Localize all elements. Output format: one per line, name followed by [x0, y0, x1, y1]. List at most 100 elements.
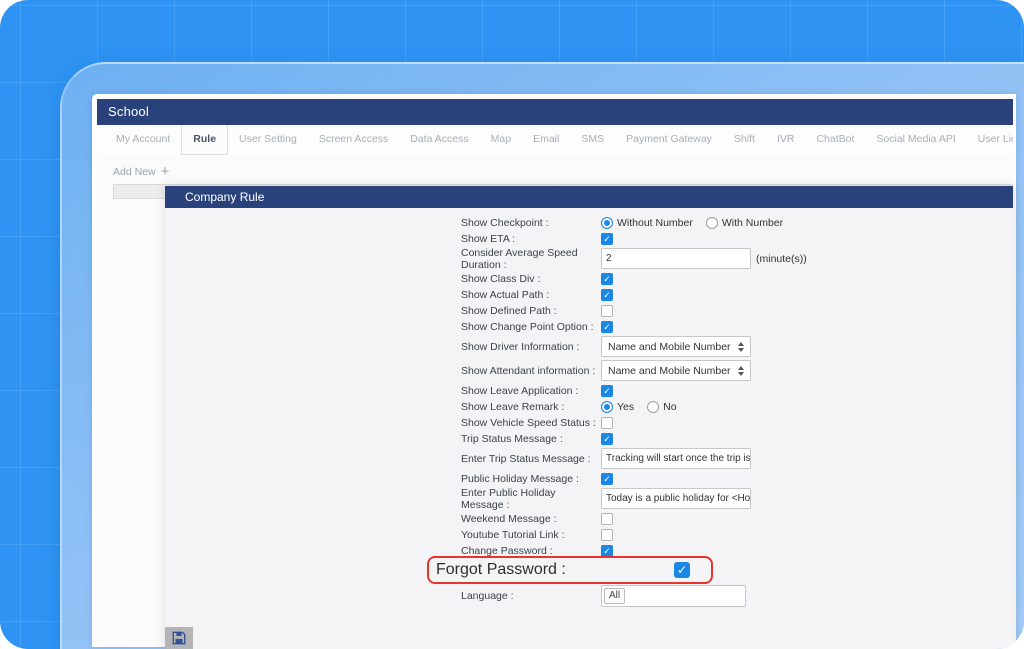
company-rule-modal: Company Rule Show Checkpoint : Without N… — [165, 186, 1013, 649]
tab[interactable]: IVR — [766, 125, 806, 155]
tab[interactable]: Social Media API — [865, 125, 966, 155]
form-row: Show Change Point Option : ✓ — [461, 320, 1013, 333]
tab[interactable]: Shift — [723, 125, 766, 155]
select-value: Name and Mobile Number — [608, 340, 731, 353]
radio-option: Without Number — [601, 216, 693, 229]
text-input[interactable]: Tracking will start once the trip is sta — [601, 448, 751, 469]
select-dropdown[interactable]: Name and Mobile Number — [601, 336, 751, 357]
form-row: Show Checkpoint : Without Number With Nu… — [461, 216, 1013, 229]
form-rows: Show Checkpoint : Without Number With Nu… — [165, 216, 1013, 607]
tab[interactable]: User Setting — [228, 125, 308, 155]
radio-button[interactable] — [705, 216, 718, 229]
radio-group: Yes No — [601, 400, 685, 413]
tab[interactable]: Data Access — [399, 125, 479, 155]
radio-button[interactable] — [647, 400, 660, 413]
form-row: Show Leave Remark : Yes No — [461, 400, 1013, 413]
field-label: Show Change Point Option : — [461, 320, 594, 333]
tag-input[interactable]: All — [601, 584, 746, 607]
tab[interactable]: SMS — [570, 125, 615, 155]
modal-body: Show Checkpoint : Without Number With Nu… — [165, 208, 1013, 649]
text-input[interactable]: 2 — [601, 248, 751, 269]
field-label: Youtube Tutorial Link : — [461, 528, 565, 541]
checkbox[interactable]: ✓ — [601, 544, 613, 557]
checkbox[interactable]: ✓ — [601, 472, 613, 485]
page-title: School — [97, 99, 1013, 125]
checkbox[interactable]: ✓ — [601, 232, 613, 245]
radio-label: Yes — [617, 400, 635, 413]
field-label: Show Actual Path : — [461, 288, 550, 301]
checkbox[interactable]: ✓ — [601, 432, 613, 445]
tab-label: Map — [490, 133, 512, 145]
checkbox[interactable]: ✓ — [674, 562, 690, 578]
tab-label: Shift — [733, 133, 755, 145]
form-row: Show Defined Path : — [461, 304, 1013, 317]
tag-chip[interactable]: All — [604, 587, 626, 604]
checkbox[interactable] — [601, 416, 613, 429]
tab[interactable]: My Account — [105, 125, 181, 155]
radio-label: Without Number — [617, 216, 693, 229]
checkbox[interactable] — [601, 512, 613, 525]
form-row: Trip Status Message : ✓ — [461, 432, 1013, 445]
radio-button[interactable] — [601, 400, 613, 413]
tab[interactable]: Rule — [181, 125, 229, 155]
text-input[interactable]: Today is a public holiday for <Holiday — [601, 488, 751, 509]
tab-label: User Setting — [239, 133, 297, 145]
save-button[interactable] — [165, 627, 193, 649]
field-label: Weekend Message : — [461, 512, 557, 525]
select-arrows-icon — [738, 365, 744, 376]
tab-label: Rule — [193, 133, 217, 145]
tab-label: SMS — [581, 133, 605, 145]
tab-label: Data Access — [410, 133, 469, 145]
tab-label: Social Media API — [876, 133, 956, 145]
tab[interactable]: ChatBot — [805, 125, 865, 155]
modal-title: Company Rule — [165, 186, 1013, 208]
checkbox[interactable] — [601, 528, 613, 541]
field-label: Show ETA : — [461, 232, 516, 245]
form-row: Show Driver Information : Name and Mobil… — [461, 336, 1013, 357]
checkbox[interactable] — [601, 304, 613, 317]
field-label: Show Checkpoint : — [461, 216, 549, 229]
checkbox[interactable]: ✓ — [601, 384, 613, 397]
checkbox[interactable]: ✓ — [601, 288, 613, 301]
add-new-button[interactable]: Add New + — [113, 163, 170, 180]
tab[interactable]: Screen Access — [308, 125, 399, 155]
field-label: Trip Status Message : — [461, 432, 563, 445]
select-value: Name and Mobile Number — [608, 364, 731, 377]
form-row: Youtube Tutorial Link : — [461, 528, 1013, 541]
select-arrows-icon — [738, 341, 744, 352]
form-row: Forgot Password : ✓ — [427, 556, 713, 584]
form-row: Show Vehicle Speed Status : — [461, 416, 1013, 429]
checkbox[interactable]: ✓ — [601, 272, 613, 285]
form-row: Show Class Div : ✓ — [461, 272, 1013, 285]
tab[interactable]: Map — [480, 125, 522, 155]
tab-label: ChatBot — [816, 133, 855, 145]
form-row: Show Leave Application : ✓ — [461, 384, 1013, 397]
input-value: Today is a public holiday for <Holiday — [606, 493, 751, 504]
tab-label: My Account — [116, 133, 171, 145]
tab-bar: My Account Rule User Setting Screen Acce… — [97, 125, 1013, 155]
tab-label: Screen Access — [318, 133, 389, 145]
field-label: Show Class Div : — [461, 272, 541, 285]
select-dropdown[interactable]: Name and Mobile Number — [601, 360, 751, 381]
field-label: Show Leave Application : — [461, 384, 579, 397]
tab[interactable]: User License — [967, 125, 1013, 155]
radio-group: Without Number With Number — [601, 216, 791, 229]
tab-label: User License — [977, 133, 1013, 145]
radio-option: No — [647, 400, 677, 413]
field-label: Consider Average Speed Duration : — [461, 246, 578, 271]
field-label: Show Attendant information : — [461, 364, 596, 377]
tab[interactable]: Payment Gateway — [615, 125, 723, 155]
form-row: Show ETA : ✓ — [461, 232, 1013, 245]
radio-option: With Number — [705, 216, 783, 229]
tab-label: Payment Gateway — [626, 133, 712, 145]
checkbox[interactable]: ✓ — [601, 320, 613, 333]
tab[interactable]: Email — [522, 125, 570, 155]
tab-label: IVR — [776, 133, 795, 145]
add-new-label: Add New — [113, 166, 156, 178]
save-icon — [172, 631, 186, 645]
form-row: Enter Public Holiday Message : Today is … — [461, 487, 1013, 511]
plus-icon: + — [160, 163, 170, 180]
form-row: Consider Average Speed Duration : 2 (min… — [461, 246, 1013, 271]
radio-button[interactable] — [601, 216, 613, 229]
form-row: Show Attendant information : Name and Mo… — [461, 360, 1013, 381]
